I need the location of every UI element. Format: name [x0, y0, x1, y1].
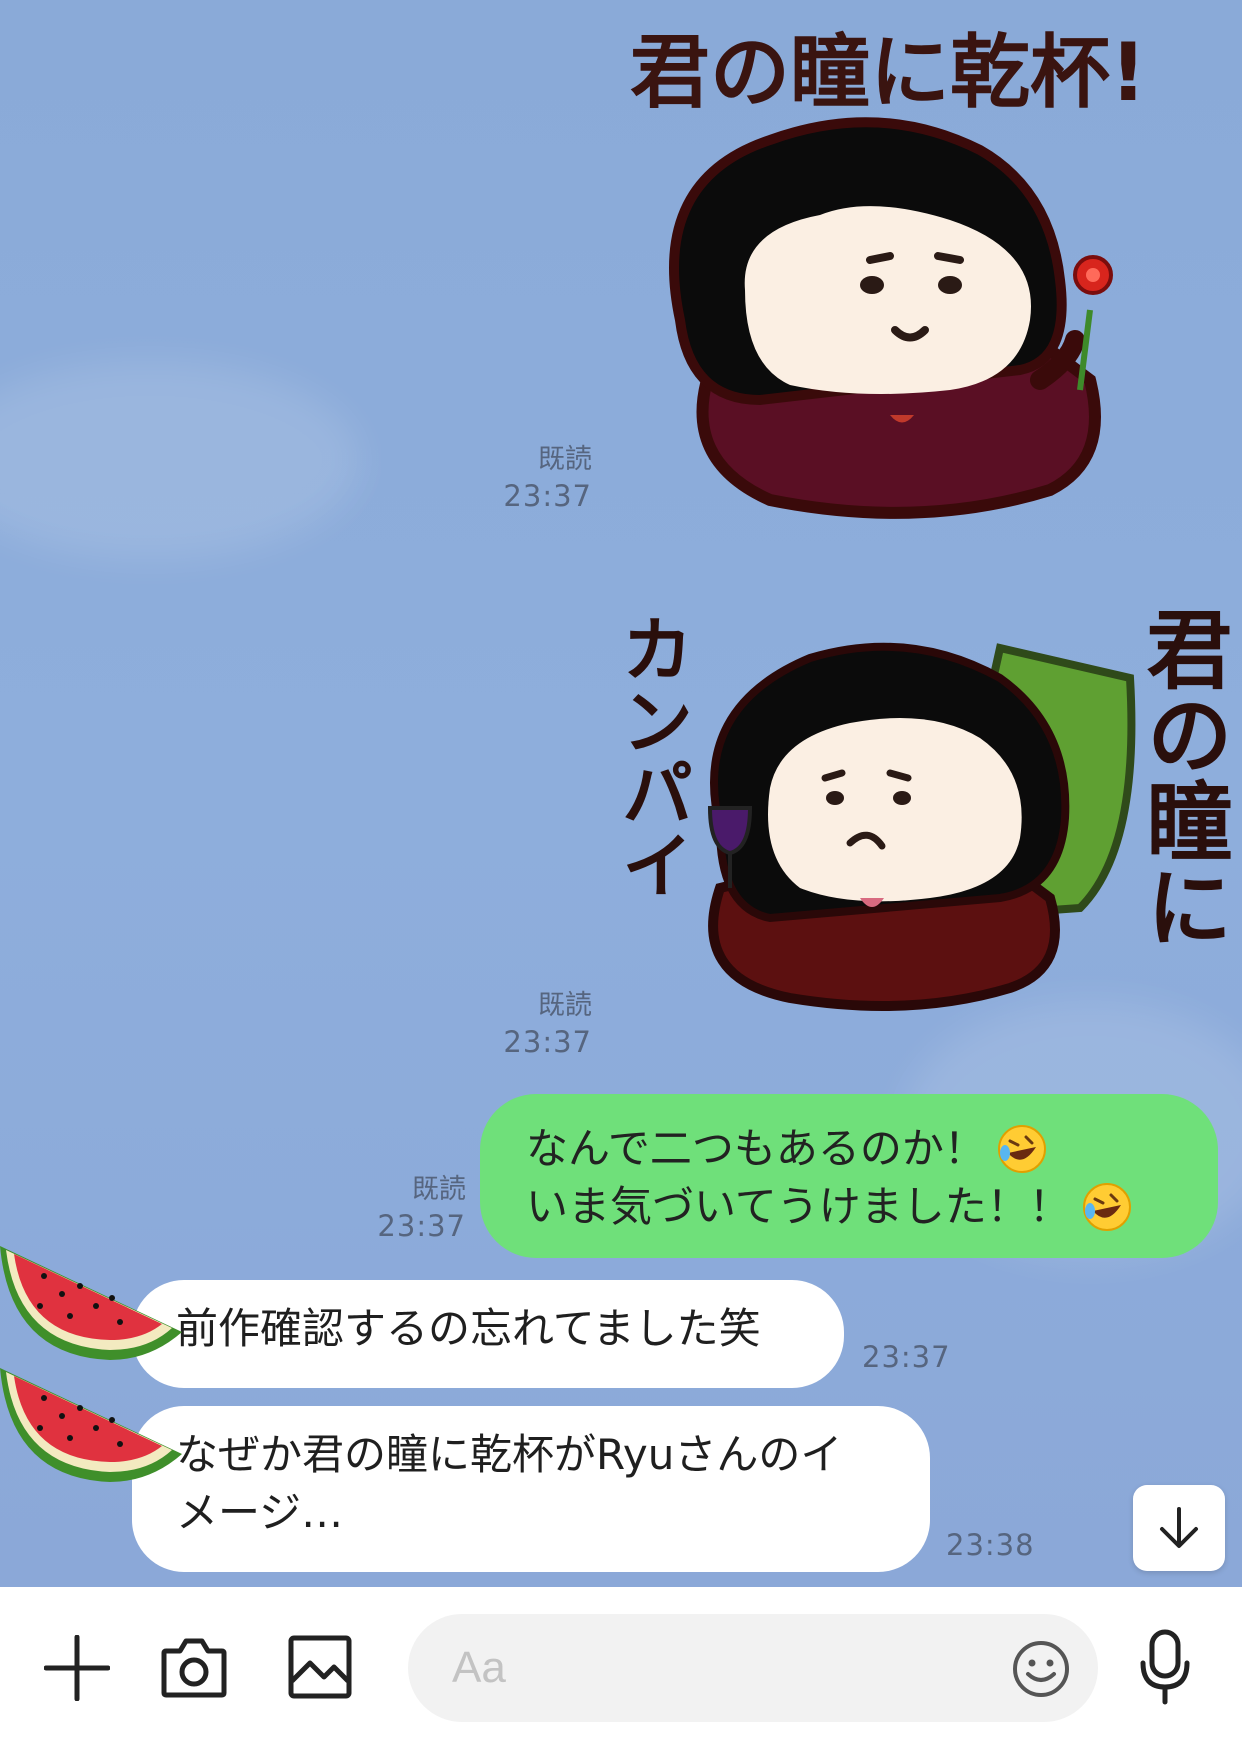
watermelon-avatar-icon[interactable]: [0, 1236, 182, 1368]
received-message-bubble[interactable]: なぜか君の瞳に乾杯がRyuさんのイ メージ…: [132, 1406, 930, 1572]
message-input-placeholder: Aa: [452, 1643, 506, 1692]
chat-area[interactable]: 君の瞳に乾杯! 既読 23:37 カンパイ 君の瞳に 既読 23:37 既読 2…: [0, 0, 1242, 1587]
received-message-bubble[interactable]: 前作確認するの忘れてました笑: [132, 1280, 844, 1388]
smiley-icon[interactable]: [1012, 1640, 1070, 1698]
image-icon[interactable]: [288, 1635, 352, 1699]
camera-icon[interactable]: [160, 1635, 228, 1699]
timestamp: 23:37: [377, 1209, 466, 1243]
scroll-to-bottom-button[interactable]: [1133, 1485, 1225, 1571]
message-text-line: メージ…: [176, 1488, 344, 1537]
timestamp: 23:37: [503, 1025, 592, 1059]
sent-message-meta: 既読 23:37: [350, 1172, 466, 1244]
message-input[interactable]: Aa: [408, 1614, 1098, 1722]
microphone-icon[interactable]: [1138, 1629, 1192, 1705]
rofl-emoji-icon: [1082, 1183, 1131, 1231]
read-receipt: 既読: [412, 1174, 466, 1205]
read-receipt: 既読: [538, 990, 592, 1021]
background-cloud: [0, 360, 360, 560]
sticker-1-meta: 既読 23:37: [480, 442, 592, 514]
sticker-caption-left: カンパイ: [609, 612, 693, 900]
read-receipt: 既読: [538, 444, 592, 475]
sticker-caption-right: 君の瞳に: [1131, 605, 1231, 949]
arrow-down-icon: [1160, 1507, 1198, 1548]
rofl-emoji-icon: [997, 1125, 1046, 1173]
timestamp: 23:37: [503, 479, 592, 513]
timestamp: 23:37: [862, 1340, 951, 1374]
message-text-line: なぜか君の瞳に乾杯がRyuさんのイ: [176, 1430, 843, 1479]
message-text-line: いま気づいてうけました！！: [526, 1182, 1071, 1231]
watermelon-avatar-icon[interactable]: [0, 1358, 182, 1490]
sticker-caption: 君の瞳に乾杯!: [630, 26, 1146, 119]
plus-icon[interactable]: [44, 1635, 110, 1701]
sticker-cheers-1[interactable]: 君の瞳に乾杯!: [620, 20, 1220, 530]
timestamp: 23:38: [946, 1528, 1035, 1562]
message-text: 前作確認するの忘れてました笑: [176, 1304, 761, 1353]
sticker-2-meta: 既読 23:37: [480, 988, 592, 1060]
sent-message-bubble[interactable]: なんで二つもあるのか！ いま気づいてうけました！！: [480, 1094, 1218, 1258]
message-text-line: なんで二つもあるのか！: [526, 1124, 986, 1173]
message-input-bar: Aa: [0, 1587, 1242, 1740]
